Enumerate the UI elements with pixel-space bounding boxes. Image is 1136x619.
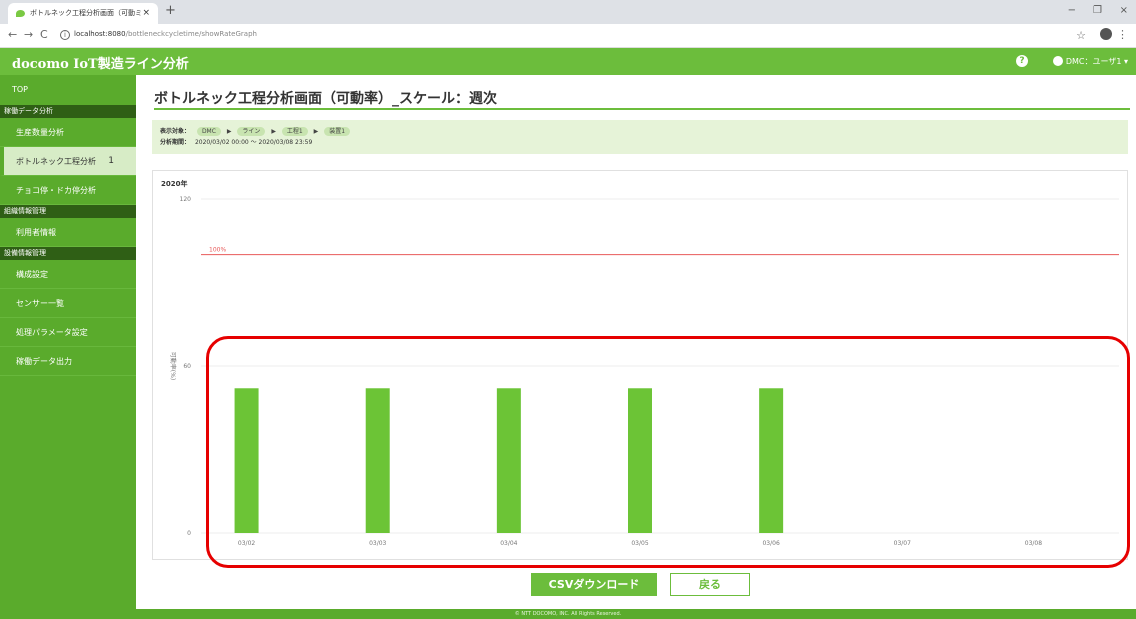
user-name: DMC：ユーザ1 ▾ bbox=[1065, 57, 1128, 66]
maximize-icon[interactable]: ❐ bbox=[1093, 5, 1102, 16]
sidebar-item-label: チョコ停・ドカ停分析 bbox=[16, 186, 96, 195]
reference-line-label: 100% bbox=[209, 247, 226, 254]
sidebar-item-label: 構成設定 bbox=[16, 270, 48, 279]
url-field[interactable]: localhost:8080/bottleneckcycletime/showR… bbox=[74, 30, 257, 38]
target-pill-process[interactable]: 工程1 bbox=[281, 127, 308, 136]
triangle-right-icon: ▶ bbox=[271, 128, 276, 135]
x-tick-label: 03/02 bbox=[238, 540, 255, 547]
browser-tab-bar: ボトルネック工程分析画面（可動ミ × + − ❐ × bbox=[0, 0, 1136, 24]
user-menu[interactable]: DMC：ユーザ1 ▾ bbox=[1052, 56, 1128, 67]
sidebar-section-org: 組織情報管理 bbox=[0, 205, 136, 218]
back-button[interactable]: 戻る bbox=[670, 573, 750, 596]
forward-icon[interactable]: → bbox=[24, 28, 33, 41]
sidebar-item-bottleneck[interactable]: ボトルネック工程分析 1 bbox=[0, 147, 136, 176]
browser-menu-icon[interactable]: ⋮ bbox=[1117, 28, 1128, 41]
bookmark-star-icon[interactable]: ☆ bbox=[1076, 29, 1086, 42]
app-header: docomo IoT製造ライン分析 ? DMC：ユーザ1 ▾ bbox=[0, 48, 1136, 75]
rate-chart: 2020年 0 60 120 可動率(%) 100% 03/02 03/03 03/04 03/… bbox=[152, 170, 1128, 560]
chart-bar bbox=[628, 388, 652, 533]
browser-account-icon[interactable] bbox=[1100, 28, 1112, 40]
period-label: 分析期間： bbox=[160, 139, 191, 146]
target-label: 表示対象： bbox=[160, 128, 191, 135]
sidebar-item-sensors[interactable]: センサー一覧 bbox=[0, 289, 136, 318]
filter-info-box: 表示対象： DMC ▶ ライン ▶ 工程1 ▶ 装置1 分析期間： 2020/0… bbox=[152, 120, 1128, 154]
y-tick-label: 120 bbox=[180, 196, 192, 203]
sidebar-item-label: 処理パラメータ設定 bbox=[16, 328, 88, 337]
leaf-favicon-icon bbox=[16, 10, 25, 17]
target-pill-company[interactable]: DMC bbox=[196, 127, 221, 136]
x-tick-label: 03/06 bbox=[762, 540, 779, 547]
sidebar-item-label: 稼働データ出力 bbox=[16, 357, 72, 366]
window-close-icon[interactable]: × bbox=[1120, 5, 1128, 16]
sidebar-section-operation: 稼働データ分析 bbox=[0, 105, 136, 118]
footer: © NTT DOCOMO, INC. All Rights Reserved. bbox=[0, 609, 1136, 619]
triangle-right-icon: ▶ bbox=[313, 128, 319, 135]
back-icon[interactable]: ← bbox=[8, 28, 17, 41]
chart-bar bbox=[365, 388, 390, 533]
sidebar-item-count: 1 bbox=[108, 156, 114, 166]
tab-title: ボトルネック工程分析画面（可動ミ bbox=[30, 9, 142, 17]
y-tick-label: 60 bbox=[183, 363, 191, 370]
browser-tab[interactable]: ボトルネック工程分析画面（可動ミ × bbox=[8, 3, 158, 24]
y-tick-label: 0 bbox=[187, 530, 191, 537]
x-tick-label: 03/07 bbox=[894, 540, 911, 547]
x-tick-label: 03/04 bbox=[500, 540, 517, 547]
sidebar-item-label: 利用者情報 bbox=[16, 228, 56, 237]
chart-bar bbox=[234, 388, 259, 533]
sidebar-item-label: 生産数量分析 bbox=[16, 128, 64, 137]
sidebar-item-top[interactable]: TOP bbox=[0, 75, 136, 105]
csv-download-button[interactable]: CSVダウンロード bbox=[531, 573, 657, 596]
sidebar-section-equipment: 設備情報管理 bbox=[0, 247, 136, 260]
target-pill-line[interactable]: ライン bbox=[237, 127, 266, 136]
triangle-right-icon: ▶ bbox=[226, 128, 232, 135]
user-icon bbox=[1052, 56, 1063, 66]
site-info-icon[interactable]: i bbox=[60, 30, 70, 40]
sidebar-item-stoppage[interactable]: チョコ停・ドカ停分析 bbox=[0, 176, 136, 205]
reload-icon[interactable]: C bbox=[40, 28, 48, 41]
sidebar: TOP 稼働データ分析 生産数量分析 ボトルネック工程分析 1 チョコ停・ドカ停分… bbox=[0, 75, 136, 619]
url-path: /bottleneckcycletime/showRateGraph bbox=[125, 30, 257, 38]
sidebar-item-label: ボトルネック工程分析 bbox=[16, 157, 96, 166]
chart-bar bbox=[496, 388, 521, 533]
app-title[interactable]: docomo IoT製造ライン分析 bbox=[12, 53, 189, 72]
help-icon[interactable]: ? bbox=[1016, 55, 1028, 67]
period-row: 分析期間： 2020/03/02 00:00 ～ 2020/03/08 23:5… bbox=[160, 137, 1120, 148]
target-row: 表示対象： DMC ▶ ライン ▶ 工程1 ▶ 装置1 bbox=[160, 126, 1120, 137]
y-axis-label: 可動率(%) bbox=[169, 352, 177, 380]
minimize-icon[interactable]: − bbox=[1068, 5, 1076, 16]
close-tab-icon[interactable]: × bbox=[142, 3, 150, 24]
x-tick-label: 03/05 bbox=[631, 540, 648, 547]
sidebar-item-users[interactable]: 利用者情報 bbox=[0, 218, 136, 247]
chart-svg: 0 60 120 可動率(%) 100% 03/02 03/03 03/04 03/05 03/0… bbox=[169, 196, 1119, 547]
copyright: © NTT DOCOMO, INC. All Rights Reserved. bbox=[514, 611, 622, 617]
x-tick-label: 03/03 bbox=[369, 540, 386, 547]
page-title: ボトルネック工程分析画面（可動率）_スケール：週次 bbox=[154, 88, 1130, 110]
target-pill-device[interactable]: 装置1 bbox=[324, 127, 351, 136]
x-tick-label: 03/08 bbox=[1025, 540, 1042, 547]
url-host: localhost:8080 bbox=[74, 30, 126, 38]
sidebar-item-params[interactable]: 処理パラメータ設定 bbox=[0, 318, 136, 347]
sidebar-item-label: センサー一覧 bbox=[16, 299, 64, 308]
sidebar-item-export[interactable]: 稼働データ出力 bbox=[0, 347, 136, 376]
chart-bar bbox=[759, 388, 784, 533]
sidebar-item-production-qty[interactable]: 生産数量分析 bbox=[0, 118, 136, 147]
address-bar: ← → C i localhost:8080/bottleneckcycleti… bbox=[0, 24, 1136, 48]
period-value: 2020/03/02 00:00 ～ 2020/03/08 23:59 bbox=[194, 139, 313, 146]
sidebar-item-config[interactable]: 構成設定 bbox=[0, 260, 136, 289]
new-tab-icon[interactable]: + bbox=[165, 3, 176, 18]
